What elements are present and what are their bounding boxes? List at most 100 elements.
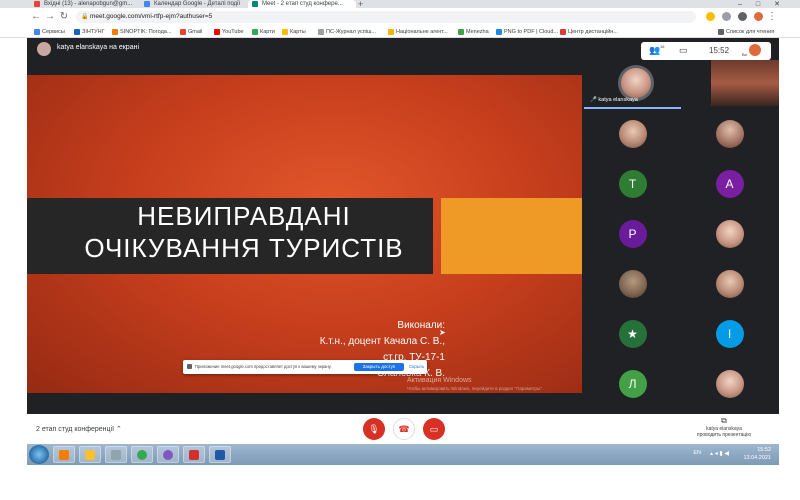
clock[interactable]: 15:52 13.04.2021: [743, 446, 771, 462]
participant-avatar: [715, 270, 744, 298]
participant-tile[interactable]: A: [681, 160, 778, 208]
participant-avatar: T: [618, 170, 647, 198]
language-indicator[interactable]: EN: [693, 450, 701, 456]
clock-date: 13.04.2021: [743, 455, 771, 461]
explorer-icon[interactable]: [105, 446, 127, 463]
slide-title-line: НЕВИПРАВДАНІ: [137, 201, 351, 231]
tab-label: Meet - 2 етап студ конфере...: [262, 1, 343, 7]
participant-avatar: Л: [618, 370, 647, 398]
bookmark-item[interactable]: Gmail: [180, 26, 202, 38]
meeting-clock: 15:52: [709, 46, 730, 55]
slide-title-line: ОЧІКУВАННЯ ТУРИСТІВ: [84, 233, 404, 263]
windows-taskbar: EN ▴ ◂ ▮ ◀ 15:52 13.04.2021: [27, 444, 779, 465]
bookmark-item[interactable]: ПС-Журнал успіш...: [318, 26, 376, 38]
shared-slide: НЕВИПРАВДАНІ ОЧІКУВАННЯ ТУРИСТІВ Виконал…: [27, 75, 582, 393]
tab-calendar[interactable]: Календар Google - Деталі події: [140, 0, 248, 8]
chat-icon[interactable]: ▭: [679, 45, 688, 56]
extensions-puzzle-icon[interactable]: [738, 12, 747, 21]
bookmarks-bar: Сервисы ЗІНТУНГ SINOPTIK: Погода... Gmai…: [0, 26, 800, 38]
pdf-icon[interactable]: [183, 446, 205, 463]
bookmark-item[interactable]: Карты: [282, 26, 306, 38]
chrome-icon[interactable]: [131, 446, 153, 463]
participant-tile[interactable]: I: [681, 310, 778, 358]
participant-avatar: [618, 270, 647, 298]
speaking-indicator: [584, 107, 681, 109]
share-notice-text: Приложение meet.google.com предоставляет…: [195, 364, 332, 369]
tab-label: Календар Google - Деталі події: [154, 1, 241, 7]
meet-control-bar: 2 етап студ конференції ⌃ 🎙 ☎ ▭ ⧉ katya …: [27, 414, 779, 444]
window-controls[interactable]: –□✕: [738, 0, 794, 8]
participant-avatar: [715, 220, 744, 248]
profile-avatar[interactable]: [754, 12, 763, 21]
clock-time: 15:52: [757, 447, 771, 453]
meeting-name[interactable]: 2 етап студ конференції ⌃: [36, 425, 122, 433]
mic-off-button[interactable]: 🎙: [363, 418, 385, 440]
people-count: 16: [660, 44, 665, 49]
reading-list[interactable]: Список для чтения: [718, 26, 774, 38]
avatar: [37, 42, 51, 56]
self-avatar[interactable]: [749, 44, 761, 56]
back-icon[interactable]: ←: [30, 11, 42, 22]
authors-line: К.т.н., доцент Качала С. В.,: [319, 336, 445, 347]
participant-tile[interactable]: [584, 260, 681, 308]
bookmark-item[interactable]: ЗІНТУНГ: [74, 26, 105, 38]
leave-call-button[interactable]: ☎: [393, 418, 415, 440]
participant-tile[interactable]: [681, 210, 778, 258]
calendar-icon: [144, 1, 150, 7]
presenting-label: проводить презентацію: [696, 432, 752, 438]
participant-avatar: [618, 120, 647, 148]
extension-icon[interactable]: [722, 12, 731, 21]
participant-tile[interactable]: [584, 110, 681, 158]
meet-icon: [252, 1, 258, 7]
presenter-label: katya elanskaya на екрані: [57, 44, 140, 51]
address-bar[interactable]: 🔒 meet.google.com/vmi-rtfp-ejm?authuser=…: [76, 11, 696, 23]
participant-tile[interactable]: [681, 260, 778, 308]
participant-tile[interactable]: P: [584, 210, 681, 258]
university-badge-icon: ★: [618, 320, 647, 348]
people-icon[interactable]: 👥: [649, 45, 660, 56]
hide-notice-button[interactable]: Скрыть: [409, 360, 424, 374]
extension-icon[interactable]: [706, 12, 715, 21]
participant-avatar: [618, 65, 654, 101]
start-button[interactable]: [29, 445, 49, 464]
tab-gmail[interactable]: Вхідні (13) - alenapobgun@gm...: [30, 0, 138, 8]
bookmark-item[interactable]: SINOPTIK: Погода...: [112, 26, 171, 38]
participant-tile[interactable]: T: [584, 160, 681, 208]
bookmark-item[interactable]: YouTube: [214, 26, 244, 38]
camera-off-button[interactable]: ▭: [423, 418, 445, 440]
participant-tile-speaking[interactable]: 🎤 katya elanskaya: [584, 60, 681, 110]
participant-avatar: I: [715, 320, 744, 348]
participant-avatar: [715, 370, 744, 398]
bookmark-item[interactable]: Національне агент...: [388, 26, 448, 38]
reload-icon[interactable]: ↻: [58, 11, 70, 22]
bookmark-item[interactable]: Карти: [252, 26, 275, 38]
url-text: meet.google.com/vmi-rtfp-ejm?authuser=5: [90, 13, 213, 20]
media-player-icon[interactable]: [53, 446, 75, 463]
meet-top-controls: 👥 16 ▭ 15:52 Ви: [641, 42, 771, 60]
tab-meet[interactable]: Meet - 2 етап студ конфере...: [248, 0, 356, 8]
forward-icon[interactable]: →: [44, 11, 56, 22]
slide-title: НЕВИПРАВДАНІ ОЧІКУВАННЯ ТУРИСТІВ: [27, 200, 461, 264]
bookmark-item[interactable]: PNG to PDF | Cloud...: [496, 26, 558, 38]
participant-name: 🎤 katya elanskaya: [590, 97, 638, 103]
participant-tile[interactable]: ★: [584, 310, 681, 358]
gmail-icon: [34, 1, 40, 7]
lock-icon: 🔒: [81, 14, 89, 20]
viber-icon[interactable]: [157, 446, 179, 463]
participant-tile[interactable]: Л: [584, 360, 681, 408]
menu-icon[interactable]: ⋮: [766, 11, 778, 22]
screen: Вхідні (13) - alenapobgun@gm... Календар…: [0, 0, 800, 500]
bookmark-item[interactable]: Menezha: [458, 26, 489, 38]
tray-icons[interactable]: ▴ ◂ ▮ ◀: [710, 450, 729, 457]
participant-avatar: [715, 120, 744, 148]
folder-icon[interactable]: [79, 446, 101, 463]
stop-sharing-button[interactable]: Закрыть доступ: [354, 363, 404, 371]
bookmark-item[interactable]: Центр дистанційн...: [560, 26, 618, 38]
word-icon[interactable]: [209, 446, 231, 463]
participant-video[interactable]: [711, 60, 779, 106]
mouse-cursor-icon: ➤: [439, 328, 446, 337]
participant-tile[interactable]: [681, 360, 778, 408]
participant-tile[interactable]: [681, 110, 778, 158]
presenting-indicator[interactable]: ⧉ katya elanskaya проводить презентацію: [679, 416, 769, 438]
bookmark-item[interactable]: Сервисы: [34, 26, 65, 38]
